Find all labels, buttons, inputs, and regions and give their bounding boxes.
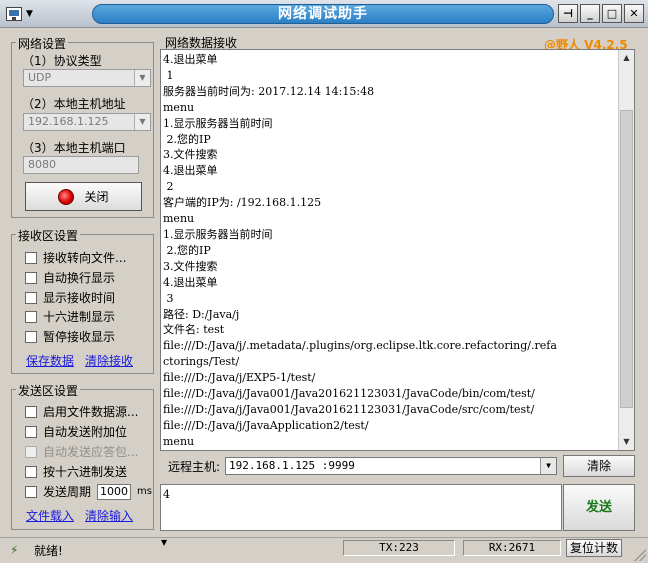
recv-option-pause[interactable]: 暂停接收显示 bbox=[25, 328, 115, 345]
period-unit: ms bbox=[137, 486, 152, 497]
maximize-button[interactable]: □ bbox=[602, 4, 622, 23]
send-option-period[interactable]: 发送周期 1000 ms bbox=[25, 483, 152, 500]
checkbox[interactable] bbox=[25, 485, 37, 498]
network-settings-title: 网络设置 bbox=[16, 35, 69, 52]
network-app-icon bbox=[6, 7, 22, 21]
red-led-icon bbox=[58, 188, 75, 205]
receive-text-area[interactable]: 4.退出菜单 1 服务器当前时间为: 2017.12.14 14:15:48 m… bbox=[160, 49, 635, 451]
load-file-link[interactable]: 文件载入 bbox=[26, 507, 74, 524]
scroll-up-icon[interactable]: ▲ bbox=[619, 50, 634, 66]
period-input[interactable]: 1000 bbox=[97, 483, 132, 500]
scroll-down-icon[interactable]: ▼ bbox=[619, 434, 634, 450]
maximize-icon: □ bbox=[606, 7, 618, 20]
status-bar: ⚡ 就绪! ▼ TX:223 RX:2671 复位计数 bbox=[0, 537, 648, 563]
send-input[interactable]: 4 bbox=[160, 484, 562, 531]
recv-option-hex[interactable]: 十六进制显示 bbox=[25, 308, 115, 325]
checkbox[interactable] bbox=[25, 330, 37, 343]
send-option-file-source[interactable]: 启用文件数据源... bbox=[25, 403, 138, 420]
close-icon: ✕ bbox=[629, 7, 639, 20]
recv-option-time[interactable]: 显示接收时间 bbox=[25, 289, 115, 306]
send-settings-title: 发送区设置 bbox=[16, 382, 81, 399]
protocol-value: UDP bbox=[28, 71, 52, 84]
remote-host-select[interactable]: 192.168.1.125 :9999 ▼ bbox=[225, 457, 557, 475]
rx-counter: RX:2671 bbox=[463, 540, 561, 556]
status-text: 就绪! bbox=[34, 544, 63, 558]
close-window-button[interactable]: ✕ bbox=[624, 4, 644, 23]
send-option-auto-reply: 自动发送应答包... bbox=[25, 443, 138, 460]
reset-count-button[interactable]: 复位计数 bbox=[566, 539, 622, 557]
send-option-label: 自动发送附加位 bbox=[43, 425, 128, 439]
send-option-label: 按十六进制发送 bbox=[43, 465, 128, 479]
port-label: （3）本地主机端口 bbox=[22, 141, 126, 155]
title-bar: ▼ 网络调试助手 ⊣ _ □ ✕ bbox=[0, 0, 648, 28]
recv-option-to-file[interactable]: 接收转向文件... bbox=[25, 249, 126, 266]
clear-input-link[interactable]: 清除输入 bbox=[85, 507, 133, 524]
menu-down-icon: ▼ bbox=[26, 9, 33, 19]
host-label: （2）本地主机地址 bbox=[22, 97, 126, 111]
minimize-icon: _ bbox=[587, 7, 593, 20]
remote-host-label: 远程主机: bbox=[168, 460, 221, 474]
send-button[interactable]: 发送 bbox=[563, 484, 635, 531]
recv-option-label: 暂停接收显示 bbox=[43, 330, 116, 344]
chevron-down-icon: ▼ bbox=[540, 458, 556, 474]
protocol-label: （1）协议类型 bbox=[22, 54, 102, 68]
send-option-label: 自动发送应答包... bbox=[43, 445, 139, 459]
clear-button[interactable]: 清除 bbox=[563, 455, 635, 477]
protocol-select[interactable]: UDP ▼ bbox=[23, 69, 151, 87]
receive-scrollbar[interactable]: ▲ ▼ bbox=[618, 50, 634, 450]
window-controls: ⊣ _ □ ✕ bbox=[558, 4, 644, 23]
recv-option-label: 接收转向文件... bbox=[43, 251, 127, 265]
scroll-thumb[interactable] bbox=[620, 110, 633, 408]
send-option-hex[interactable]: 按十六进制发送 bbox=[25, 463, 127, 480]
checkbox[interactable] bbox=[25, 271, 37, 284]
close-connection-label: 关闭 bbox=[84, 190, 109, 204]
recv-option-label: 显示接收时间 bbox=[43, 291, 116, 305]
checkbox[interactable] bbox=[25, 291, 37, 304]
checkbox[interactable] bbox=[25, 405, 37, 418]
network-status-icon: ⚡ bbox=[10, 543, 19, 557]
network-settings-group: 网络设置 （1）协议类型 UDP ▼ （2）本地主机地址 192.168.1.1… bbox=[11, 35, 154, 218]
save-data-link[interactable]: 保存数据 bbox=[26, 352, 74, 369]
receive-settings-title: 接收区设置 bbox=[16, 227, 81, 244]
checkbox bbox=[25, 445, 37, 458]
chevron-down-icon: ▼ bbox=[134, 114, 150, 130]
system-menu[interactable]: ▼ bbox=[6, 5, 46, 23]
send-option-append[interactable]: 自动发送附加位 bbox=[25, 423, 127, 440]
checkbox[interactable] bbox=[25, 251, 37, 264]
host-select[interactable]: 192.168.1.125 ▼ bbox=[23, 113, 151, 131]
minimize-button[interactable]: _ bbox=[580, 4, 600, 23]
receive-settings-group: 接收区设置 接收转向文件... 自动换行显示 显示接收时间 十六进制显示 暂停接… bbox=[11, 227, 154, 374]
recv-option-label: 十六进制显示 bbox=[43, 310, 116, 324]
window-title: 网络调试助手 bbox=[92, 4, 554, 24]
host-value: 192.168.1.125 bbox=[28, 115, 109, 128]
checkbox[interactable] bbox=[25, 425, 37, 438]
pin-button[interactable]: ⊣ bbox=[558, 4, 578, 23]
pin-icon: ⊣ bbox=[562, 7, 574, 20]
checkbox[interactable] bbox=[25, 310, 37, 323]
chevron-down-icon: ▼ bbox=[134, 70, 150, 86]
resize-grip-icon[interactable] bbox=[634, 549, 646, 561]
checkbox[interactable] bbox=[25, 465, 37, 478]
clear-receive-link[interactable]: 清除接收 bbox=[85, 352, 133, 369]
port-input[interactable]: 8080 bbox=[23, 156, 139, 174]
send-option-label: 启用文件数据源... bbox=[43, 405, 139, 419]
recv-option-label: 自动换行显示 bbox=[43, 271, 116, 285]
remote-host-value: 192.168.1.125 :9999 bbox=[229, 459, 355, 472]
receive-text: 4.退出菜单 1 服务器当前时间为: 2017.12.14 14:15:48 m… bbox=[163, 53, 557, 448]
tx-counter: TX:223 bbox=[343, 540, 455, 556]
period-label: 发送周期 bbox=[43, 485, 92, 499]
close-connection-button[interactable]: 关闭 bbox=[25, 182, 142, 211]
collapse-arrow-icon[interactable]: ▼ bbox=[161, 538, 167, 547]
send-settings-group: 发送区设置 启用文件数据源... 自动发送附加位 自动发送应答包... 按十六进… bbox=[11, 382, 154, 530]
recv-option-wrap[interactable]: 自动换行显示 bbox=[25, 269, 115, 286]
